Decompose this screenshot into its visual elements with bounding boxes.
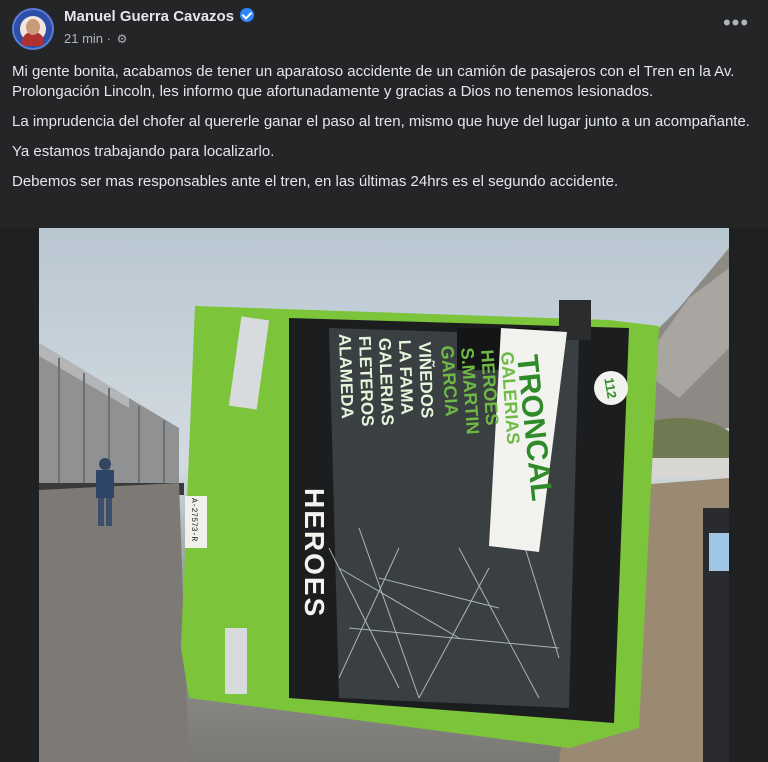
post-meta: 21 min · ⚙ — [64, 31, 128, 46]
route-sign-line: GALERIAS — [375, 337, 397, 425]
post-paragraph: Debemos ser mas responsables ante el tre… — [12, 173, 619, 190]
author-avatar[interactable] — [12, 8, 54, 50]
author-name-text[interactable]: Manuel Guerra Cavazos — [64, 8, 234, 25]
gravel-ground — [39, 483, 189, 762]
bus-side-text: HEROES — [299, 488, 330, 618]
post-photo-container[interactable]: HEROES ALAMEDA FLETEROS GALERIAS LA FAMA… — [0, 228, 768, 762]
building — [649, 458, 729, 478]
more-options-icon[interactable]: ••• — [722, 12, 750, 38]
author-name[interactable]: Manuel Guerra Cavazos — [64, 8, 255, 25]
accident-photo-illustration: HEROES ALAMEDA FLETEROS GALERIAS LA FAMA… — [39, 248, 729, 762]
route-sign-line: FLETEROS — [355, 335, 377, 426]
route-sign: ALAMEDA FLETEROS GALERIAS LA FAMA VIÑEDO… — [335, 333, 438, 426]
headlight-bottom — [225, 628, 247, 694]
post-photo[interactable]: HEROES ALAMEDA FLETEROS GALERIAS LA FAMA… — [39, 228, 729, 762]
route-sign-line: ALAMEDA — [335, 333, 357, 419]
post-header: Manuel Guerra Cavazos 21 min · ⚙ ••• — [0, 0, 768, 56]
license-plate: A-27573-R — [189, 498, 198, 541]
post-paragraph: La imprudencia del chofer al quererle ga… — [12, 113, 750, 130]
post-text: Mi gente bonita, acabamos de tener un ap… — [12, 62, 756, 202]
route-sign-line: LA FAMA — [395, 339, 417, 415]
post-timestamp[interactable]: 21 min — [64, 31, 103, 46]
route-sign-line: VIÑEDOS — [415, 341, 438, 418]
gear-icon[interactable]: ⚙ — [117, 32, 128, 46]
bystander-mask — [709, 533, 729, 571]
post-paragraph: Mi gente bonita, acabamos de tener un ap… — [12, 63, 735, 100]
verified-badge-icon — [240, 8, 255, 22]
post-paragraph: Ya estamos trabajando para localizarlo. — [12, 143, 275, 160]
